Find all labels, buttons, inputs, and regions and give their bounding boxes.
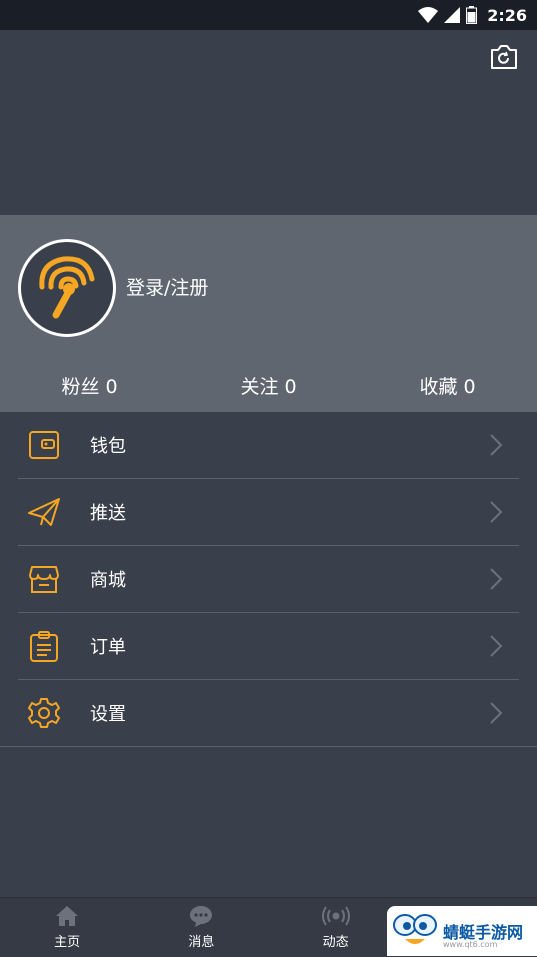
menu-item-orders[interactable]: 订单 (18, 613, 519, 680)
tab-label: 动态 (322, 935, 349, 950)
wifi-icon (418, 7, 439, 23)
signal-icon (444, 7, 461, 23)
menu-label: 商城 (90, 570, 126, 591)
stat-followers[interactable]: 粉丝 0 (0, 372, 179, 399)
camera-icon (491, 45, 517, 69)
menu-item-store[interactable]: 商城 (18, 546, 519, 613)
watermark-logo: 蜻蜓手游网 www.qt6.com (387, 906, 537, 956)
menu-list: 钱包 推送 商城 订单 设置 (0, 412, 537, 747)
menu-label: 设置 (90, 704, 126, 725)
menu-item-settings[interactable]: 设置 (18, 680, 519, 746)
menu-label: 订单 (90, 637, 126, 658)
chat-icon (190, 906, 213, 927)
tab-label: 主页 (54, 935, 81, 950)
wallet-icon (26, 427, 62, 463)
tab-messages[interactable]: 消息 (134, 898, 268, 957)
chevron-right-icon (490, 434, 503, 456)
profile-section: 登录/注册 粉丝 0 关注 0 收藏 0 (0, 215, 537, 412)
stat-followers-count: 0 (105, 375, 118, 398)
stat-favorites-label: 收藏 (419, 375, 458, 398)
paper-plane-icon (26, 494, 62, 530)
menu-label: 钱包 (90, 436, 126, 457)
app-logo-icon (39, 256, 95, 319)
clipboard-icon (26, 628, 62, 664)
tab-feed[interactable]: 动态 (269, 898, 403, 957)
chevron-right-icon (490, 635, 503, 657)
menu-label: 推送 (90, 503, 126, 524)
menu-bottom-divider (0, 746, 537, 747)
status-bar: 2:26 (0, 0, 537, 30)
stat-following-count: 0 (284, 375, 297, 398)
status-time: 2:26 (487, 5, 527, 25)
tab-home[interactable]: 主页 (0, 898, 134, 957)
gear-icon (26, 695, 62, 731)
stats-row: 粉丝 0 关注 0 收藏 0 (0, 365, 537, 405)
avatar[interactable] (18, 239, 116, 337)
chevron-right-icon (490, 501, 503, 523)
header-area (0, 30, 537, 215)
login-register-link[interactable]: 登录/注册 (126, 273, 208, 300)
menu-item-wallet[interactable]: 钱包 (18, 412, 519, 479)
camera-button[interactable] (488, 42, 520, 72)
stat-following-label: 关注 (240, 375, 279, 398)
stat-followers-label: 粉丝 (61, 375, 100, 398)
home-icon (56, 906, 79, 926)
chevron-right-icon (490, 702, 503, 724)
chevron-right-icon (490, 568, 503, 590)
dragonfly-logo-icon (393, 914, 437, 944)
stat-favorites-count: 0 (463, 375, 476, 398)
stat-following[interactable]: 关注 0 (179, 372, 358, 399)
stat-favorites[interactable]: 收藏 0 (358, 372, 537, 399)
battery-icon (466, 6, 478, 24)
broadcast-icon (321, 906, 350, 926)
store-icon (26, 561, 62, 597)
menu-item-push[interactable]: 推送 (18, 479, 519, 546)
watermark-url: www.qt6.com (443, 940, 498, 949)
tab-label: 消息 (188, 935, 215, 950)
